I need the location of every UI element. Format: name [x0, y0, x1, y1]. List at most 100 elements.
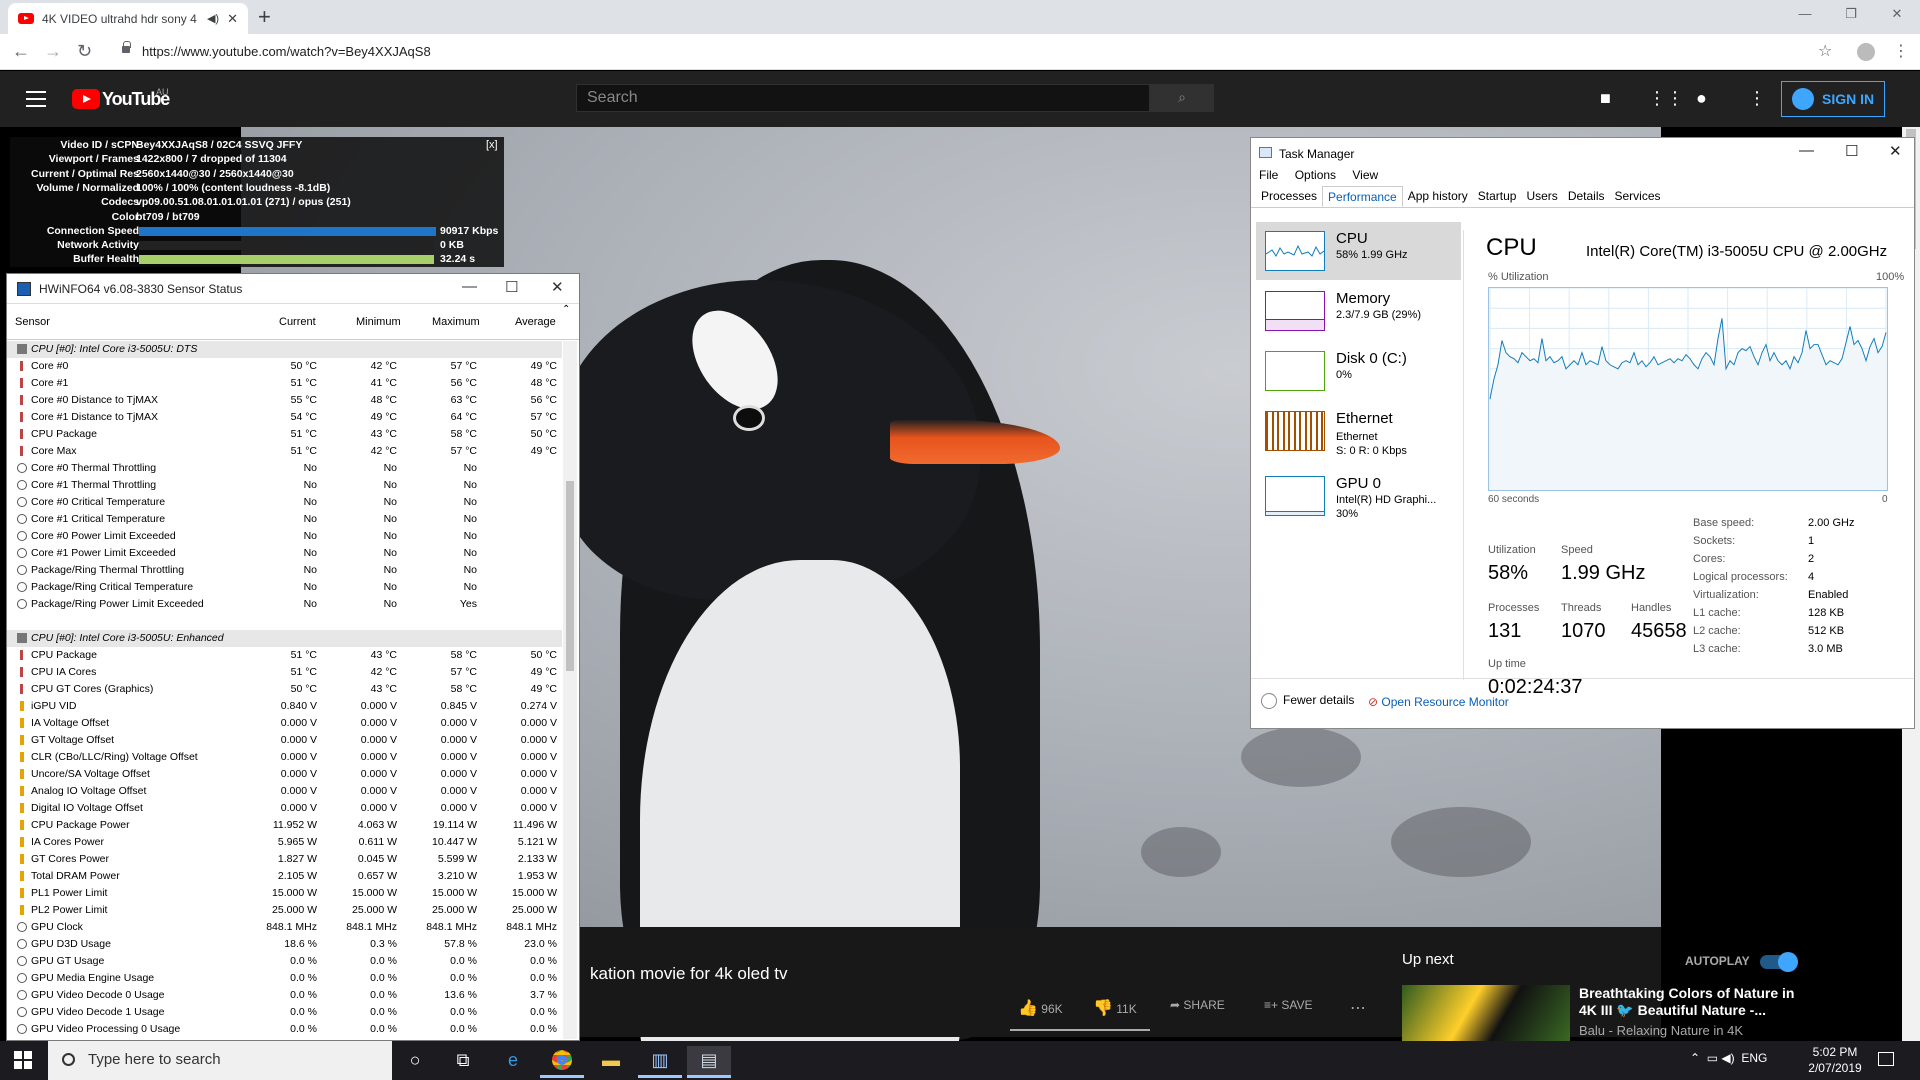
perf-item-memory[interactable]: Memory 2.3/7.9 GB (29%)	[1256, 282, 1461, 340]
perf-item-gpu[interactable]: GPU 0 Intel(R) HD Graphi... 30%	[1256, 467, 1461, 525]
language-indicator[interactable]: ENG	[1741, 1051, 1767, 1065]
sensor-row[interactable]: Total DRAM Power 2.105 W 0.657 W 3.210 W 1.9…	[7, 868, 562, 885]
sensor-row[interactable]: Core #0 Distance to TjMAX 55 °C 48 °C 63 °C…	[7, 392, 562, 409]
perf-item-ethernet[interactable]: Ethernet Ethernet S: 0 R: 0 Kbps	[1256, 402, 1461, 460]
more-actions-icon[interactable]: ⋯	[1350, 998, 1366, 1018]
col-minimum[interactable]: Minimum	[356, 316, 401, 328]
sensor-row[interactable]: CPU GT Cores (Graphics) 50 °C 43 °C 58 °C 49…	[7, 681, 562, 698]
col-sensor[interactable]: Sensor	[15, 316, 50, 328]
restore-icon[interactable]: ❐	[1828, 6, 1874, 22]
sensor-row[interactable]: Core #0 Thermal Throttling No No No	[7, 460, 562, 477]
scroll-up-icon[interactable]: ⌃	[562, 304, 570, 315]
sensor-row[interactable]: Core #0 50 °C 42 °C 57 °C 49 °C	[7, 358, 562, 375]
like-button[interactable]: 👍 96K	[1018, 998, 1063, 1018]
speaker-icon[interactable]: ◀)	[207, 12, 219, 25]
chrome-menu-icon[interactable]: ⋮	[1893, 41, 1909, 61]
sensor-row[interactable]: Core #1 51 °C 41 °C 56 °C 48 °C	[7, 375, 562, 392]
sensor-group-row[interactable]: CPU [#0]: Intel Core i3-5005U: Enhanced	[7, 630, 562, 647]
back-icon[interactable]: ←	[12, 41, 30, 62]
sensor-row[interactable]: Package/Ring Thermal Throttling No No No	[7, 562, 562, 579]
messages-icon[interactable]: ●	[1696, 88, 1707, 109]
close-icon[interactable]: ✕	[551, 278, 564, 296]
task-view-icon[interactable]: ⧉	[441, 1046, 485, 1078]
bookmark-star-icon[interactable]: ☆	[1818, 41, 1832, 61]
sensor-row[interactable]: GPU GT Usage 0.0 % 0.0 % 0.0 % 0.0 %	[7, 953, 562, 970]
address-bar[interactable]: https://www.youtube.com/watch?v=Bey4XXJA…	[110, 39, 1766, 65]
sensor-row[interactable]: Uncore/SA Voltage Offset 0.000 V 0.000 V 0.…	[7, 766, 562, 783]
task-manager-taskbar-icon[interactable]: ▤	[687, 1046, 731, 1078]
tab-services[interactable]: Services	[1610, 186, 1666, 207]
col-current[interactable]: Current	[279, 316, 316, 328]
profile-avatar-icon[interactable]	[1857, 43, 1875, 61]
sensor-row[interactable]: GPU D3D Usage 18.6 % 0.3 % 57.8 % 23.0 %	[7, 936, 562, 953]
perf-item-cpu[interactable]: CPU 58% 1.99 GHz	[1256, 222, 1461, 280]
tab-app-history[interactable]: App history	[1403, 186, 1473, 207]
collapse-icon[interactable]	[17, 344, 27, 354]
col-maximum[interactable]: Maximum	[432, 316, 480, 328]
menu-view[interactable]: View	[1352, 168, 1378, 182]
tab-startup[interactable]: Startup	[1473, 186, 1522, 207]
search-input[interactable]: Search	[576, 84, 1150, 112]
sensor-row[interactable]: GPU Clock 848.1 MHz 848.1 MHz 848.1 MHz 848.…	[7, 919, 562, 936]
sensor-row[interactable]: iGPU VID 0.840 V 0.000 V 0.845 V 0.274 V	[7, 698, 562, 715]
apps-grid-icon[interactable]: ⋮⋮	[1648, 88, 1684, 109]
sensor-row[interactable]: CPU Package 51 °C 43 °C 58 °C 50 °C	[7, 647, 562, 664]
hamburger-menu-icon[interactable]	[26, 91, 46, 107]
fewer-details-button[interactable]: Fewer details	[1261, 693, 1354, 709]
sensor-row[interactable]: IA Voltage Offset 0.000 V 0.000 V 0.000 V 0.…	[7, 715, 562, 732]
clock[interactable]: 5:02 PM 2/07/2019	[1800, 1044, 1870, 1076]
tab-details[interactable]: Details	[1563, 186, 1610, 207]
sensor-row[interactable]: GT Cores Power 1.827 W 0.045 W 5.599 W 2.133…	[7, 851, 562, 868]
create-video-icon[interactable]: ■	[1600, 88, 1611, 109]
sign-in-button[interactable]: SIGN IN	[1781, 81, 1885, 117]
tab-users[interactable]: Users	[1521, 186, 1562, 207]
sensor-row[interactable]: CLR (CBo/LLC/Ring) Voltage Offset 0.000 V…	[7, 749, 562, 766]
lock-icon[interactable]	[122, 41, 131, 53]
search-button[interactable]: ⌕	[1150, 84, 1214, 112]
next-video-thumbnail[interactable]	[1402, 985, 1570, 1042]
sensor-row[interactable]: GPU Video Decode 0 Usage 0.0 % 0.0 % 13.6 %…	[7, 987, 562, 1004]
hwinfo-taskbar-icon[interactable]: ▥	[638, 1046, 682, 1078]
autoplay-toggle[interactable]	[1760, 952, 1798, 972]
sensor-row[interactable]: CPU Package Power 11.952 W 4.063 W 19.114 W…	[7, 817, 562, 834]
windows-start-icon[interactable]	[14, 1051, 32, 1069]
sensor-row[interactable]: GPU Video Processing 0 Usage 0.0 % 0.0 % 0.…	[7, 1021, 562, 1038]
minimize-icon[interactable]: —	[1782, 6, 1828, 21]
file-explorer-icon[interactable]: ▬	[589, 1046, 633, 1078]
save-button[interactable]: ≡+ SAVE	[1264, 998, 1312, 1012]
sensor-row[interactable]: GT Voltage Offset 0.000 V 0.000 V 0.000 V 0.…	[7, 732, 562, 749]
menu-file[interactable]: File	[1259, 168, 1278, 182]
close-window-icon[interactable]: ✕	[1874, 6, 1920, 22]
sensor-row[interactable]: CPU IA Cores 51 °C 42 °C 57 °C 49 °C	[7, 664, 562, 681]
open-resource-monitor-link[interactable]: ⊘ Open Resource Monitor	[1368, 695, 1509, 709]
sensor-row[interactable]: GPU Video Decode 1 Usage 0.0 % 0.0 % 0.0 % 0…	[7, 1004, 562, 1021]
sensor-row[interactable]: GPU Media Engine Usage 0.0 % 0.0 % 0.0 % 0.0…	[7, 970, 562, 987]
tray-chevron-icon[interactable]: ⌃	[1690, 1051, 1700, 1065]
network-icon[interactable]: ▭	[1707, 1051, 1718, 1065]
browser-tab[interactable]: 4K VIDEO ultrahd hdr sony 4 ◀) ✕	[8, 3, 248, 34]
sensor-row[interactable]: Core #1 Thermal Throttling No No No	[7, 477, 562, 494]
tab-processes[interactable]: Processes	[1256, 186, 1322, 207]
close-tab-icon[interactable]: ✕	[227, 11, 238, 27]
sensor-row[interactable]: PL1 Power Limit 15.000 W 15.000 W 15.000 W 1…	[7, 885, 562, 902]
sensor-group-row[interactable]: CPU [#0]: Intel Core i3-5005U: DTS	[7, 341, 562, 358]
tab-performance[interactable]: Performance	[1322, 186, 1403, 207]
sensor-row[interactable]: Core #1 Power Limit Exceeded No No No	[7, 545, 562, 562]
cortana-icon[interactable]: ○	[393, 1046, 437, 1078]
youtube-logo-icon[interactable]	[72, 89, 100, 109]
new-tab-button[interactable]: +	[258, 4, 271, 30]
chrome-icon[interactable]	[540, 1046, 584, 1078]
sensor-row[interactable]: Core #0 Critical Temperature No No No	[7, 494, 562, 511]
maximize-icon[interactable]: ☐	[1845, 142, 1858, 160]
sensor-row[interactable]: Core #1 Critical Temperature No No No	[7, 511, 562, 528]
next-video-title[interactable]: Breathtaking Colors of Nature in 4K III …	[1579, 985, 1799, 1019]
col-average[interactable]: Average	[515, 316, 556, 328]
minimize-icon[interactable]: —	[1799, 142, 1814, 159]
hwinfo-scrollbar[interactable]	[563, 341, 577, 1039]
sensor-row[interactable]: PL2 Power Limit 25.000 W 25.000 W 25.000 W 2…	[7, 902, 562, 919]
stats-close-button[interactable]: [x]	[486, 139, 498, 151]
sensor-row[interactable]: IA Cores Power 5.965 W 0.611 W 10.447 W 5.12…	[7, 834, 562, 851]
dislike-button[interactable]: 👎 11K	[1093, 998, 1137, 1018]
maximize-icon[interactable]: ☐	[505, 278, 518, 296]
menu-options[interactable]: Options	[1295, 168, 1336, 182]
